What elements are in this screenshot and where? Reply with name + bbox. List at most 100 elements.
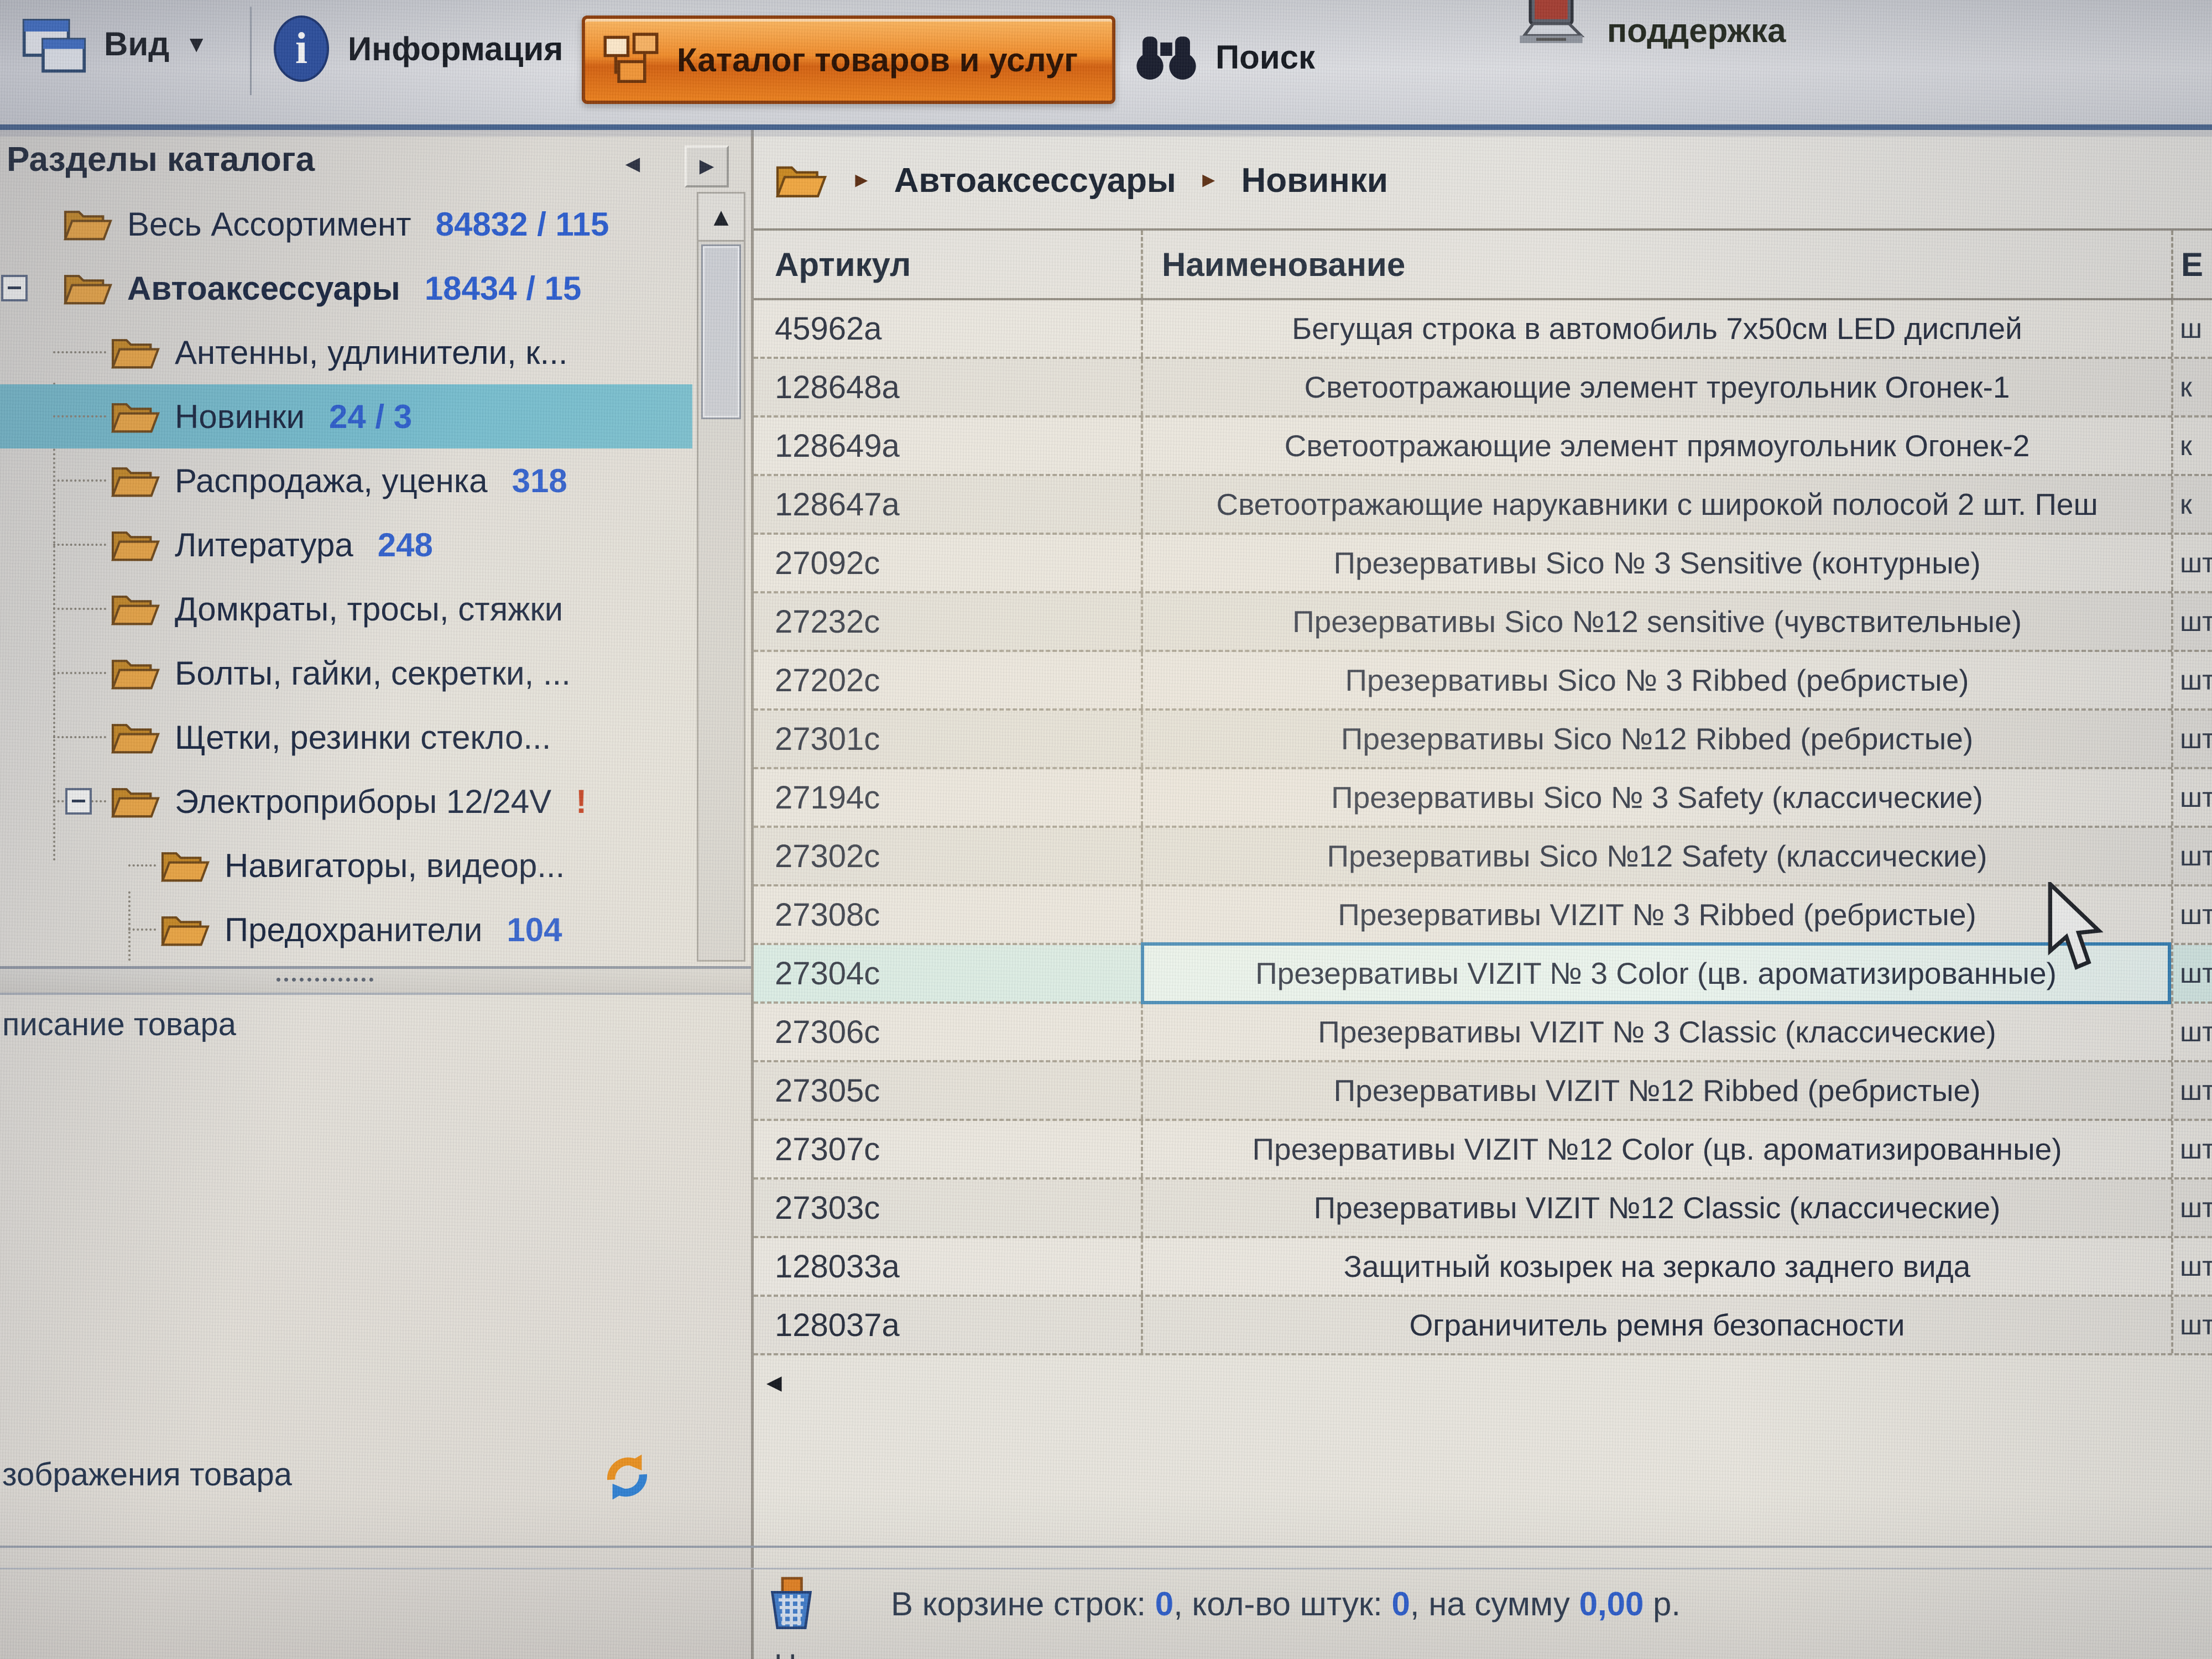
- folder-icon: [109, 330, 161, 375]
- breadcrumb-arrow-icon: ►: [1198, 169, 1219, 192]
- table-row[interactable]: 27202cПрезервативы Sico № 3 Ribbed (ребр…: [754, 652, 2212, 711]
- table-row[interactable]: 27232cПрезервативы Sico №12 sensitive (ч…: [754, 593, 2212, 652]
- table-row[interactable]: 128648aСветоотражающие элемент треугольн…: [754, 359, 2212, 418]
- name-cell: Презервативы VIZIT №12 Classic (классиче…: [1141, 1180, 2171, 1236]
- scroll-left-icon[interactable]: ◄: [761, 1368, 787, 1397]
- scrollbar-thumb[interactable]: [701, 244, 741, 419]
- catalog-tree: Весь Ассортимент84832 / 115Автоаксессуар…: [0, 192, 692, 962]
- table-row[interactable]: 27092cПрезервативы Sico № 3 Sensitive (к…: [754, 535, 2212, 593]
- name-cell: Презервативы Sico № 3 Safety (классическ…: [1141, 769, 2171, 826]
- sidebar-catalog-sections: Разделы каталога ◄ ► Весь Ассортимент848…: [0, 130, 754, 1659]
- scroll-up-icon[interactable]: ▲: [698, 194, 744, 242]
- tree-item-label: Болты, гайки, секретки, ...: [175, 654, 571, 692]
- table-row[interactable]: 27308cПрезервативы VIZIT № 3 Ribbed (реб…: [754, 886, 2212, 945]
- table-row[interactable]: 27307cПрезервативы VIZIT №12 Color (цв. …: [754, 1121, 2212, 1180]
- folder-icon: [109, 394, 161, 439]
- table-row[interactable]: 27302cПрезервативы Sico №12 Safety (клас…: [754, 828, 2212, 886]
- column-header-name[interactable]: Наименование: [1141, 231, 2171, 298]
- catalog-label: Каталог товаров и услуг: [677, 41, 1078, 79]
- unit-cell: к: [2171, 359, 2212, 415]
- splitter-handle[interactable]: [276, 978, 373, 982]
- column-header-unit[interactable]: Е: [2171, 231, 2212, 298]
- table-row[interactable]: 45962aБегущая строка в автомобиль 7х50см…: [754, 300, 2212, 359]
- sidebar-tree-item[interactable]: Домкраты, тросы, стяжки: [0, 577, 692, 641]
- folder-icon: [159, 843, 211, 888]
- refresh-icon[interactable]: [601, 1451, 654, 1504]
- sidebar-tree-item[interactable]: Навигаторы, видеор...: [0, 833, 692, 898]
- support-laptop-icon: [1515, 0, 1587, 50]
- sidebar-tree-item[interactable]: Распродажа, уценка318: [0, 448, 692, 513]
- tree-expander-icon[interactable]: [1, 275, 28, 301]
- info-button[interactable]: i Информация: [274, 15, 563, 82]
- basket-column-name: Наименование: [774, 1647, 989, 1659]
- table-row[interactable]: 27304cПрезервативы VIZIT № 3 Color (цв. …: [754, 945, 2212, 1004]
- folder-icon: [62, 201, 114, 247]
- name-cell: Ограничитель ремня безопасности: [1141, 1297, 2171, 1353]
- unit-cell: шт: [2171, 1004, 2212, 1060]
- tree-item-label: Навигаторы, видеор...: [225, 847, 565, 885]
- images-section-title: зображения товара: [2, 1456, 292, 1493]
- panel-splitter[interactable]: [0, 966, 751, 995]
- sidebar-tree-item[interactable]: Антенны, удлинители, к...: [0, 320, 692, 384]
- folder-icon: [109, 779, 161, 824]
- info-label: Информация: [348, 30, 563, 68]
- article-cell: 27305c: [754, 1062, 1141, 1119]
- unit-cell: шт: [2171, 593, 2212, 650]
- basket-qty: 0: [1392, 1585, 1410, 1623]
- support-button[interactable]: поддержка: [1515, 0, 1786, 50]
- tree-item-count: 248: [378, 526, 433, 564]
- search-button[interactable]: Поиск: [1134, 30, 1315, 84]
- table-row[interactable]: 128649aСветоотражающие элемент прямоугол…: [754, 418, 2212, 476]
- name-cell: Светоотражающие элемент прямоугольник Ог…: [1141, 418, 2171, 474]
- table-row[interactable]: 27305cПрезервативы VIZIT №12 Ribbed (реб…: [754, 1062, 2212, 1121]
- mouse-cursor: [2046, 882, 2107, 973]
- sidebar-tree-item[interactable]: Автоаксессуары18434 / 15: [0, 256, 692, 320]
- collapse-left-icon[interactable]: ◄: [613, 145, 653, 183]
- table-row[interactable]: 128033aЗащитный козырек на зеркало задне…: [754, 1238, 2212, 1297]
- basket-label-sum: , на сумму: [1410, 1585, 1579, 1623]
- table-row[interactable]: 27301cПрезервативы Sico №12 Ribbed (ребр…: [754, 711, 2212, 769]
- sidebar-tree-item[interactable]: Весь Ассортимент84832 / 115: [0, 192, 692, 256]
- basket-sum: 0,00: [1579, 1585, 1644, 1623]
- tree-item-label: Домкраты, тросы, стяжки: [175, 590, 563, 628]
- unit-cell: шт: [2171, 886, 2212, 943]
- article-cell: 45962a: [754, 300, 1141, 357]
- unit-cell: шт: [2171, 1238, 2212, 1295]
- sidebar-tree-item[interactable]: Электроприборы 12/24V!: [0, 769, 692, 833]
- expand-right-icon[interactable]: ►: [685, 145, 729, 187]
- basket-label-qty: , кол-во штук:: [1173, 1585, 1391, 1623]
- breadcrumb-item-current[interactable]: Новинки: [1241, 161, 1388, 200]
- binoculars-icon: [1134, 30, 1199, 84]
- column-header-article[interactable]: Артикул: [754, 246, 1141, 284]
- tree-item-count: 84832 / 115: [436, 205, 609, 243]
- tree-item-label: Предохранители: [225, 911, 482, 949]
- window-layout-icon: [21, 10, 87, 78]
- table-row[interactable]: 128037aОграничитель ремня безопасностишт: [754, 1297, 2212, 1355]
- sidebar-tree-item[interactable]: Новинки24 / 3: [0, 384, 692, 448]
- table-row[interactable]: 27306cПрезервативы VIZIT № 3 Classic (кл…: [754, 1004, 2212, 1062]
- table-row[interactable]: 128647aСветоотражающие нарукавники с шир…: [754, 476, 2212, 535]
- unit-cell: шт: [2171, 1121, 2212, 1177]
- article-cell: 128649a: [754, 418, 1141, 474]
- table-row[interactable]: 27303cПрезервативы VIZIT №12 Classic (кл…: [754, 1180, 2212, 1238]
- view-button[interactable]: Вид ▼: [21, 10, 208, 78]
- view-label: Вид: [104, 25, 169, 63]
- unit-cell: шт: [2171, 1297, 2212, 1353]
- catalog-boxes-icon: [601, 31, 661, 89]
- basket-icon: [766, 1575, 817, 1632]
- tree-item-label: Литература: [175, 526, 353, 564]
- breadcrumb: ► Автоаксессуары ► Новинки: [754, 139, 1388, 222]
- sidebar-tree-item[interactable]: Щетки, резинки стекло...: [0, 705, 692, 769]
- catalog-button[interactable]: Каталог товаров и услуг: [582, 15, 1115, 104]
- tree-expander-icon[interactable]: [65, 788, 92, 815]
- tree-item-count: 18434 / 15: [425, 269, 582, 307]
- basket-column-unit: Единица: [1836, 1655, 1961, 1659]
- table-row[interactable]: 27194cПрезервативы Sico № 3 Safety (клас…: [754, 769, 2212, 828]
- sidebar-tree-item[interactable]: Предохранители104: [0, 898, 692, 962]
- breadcrumb-item-parent[interactable]: Автоаксессуары: [894, 161, 1176, 200]
- tree-scrollbar[interactable]: ▲: [697, 192, 745, 962]
- sidebar-tree-item[interactable]: Болты, гайки, секретки, ...: [0, 641, 692, 705]
- name-cell: Презервативы Sico № 3 Sensitive (контурн…: [1141, 535, 2171, 591]
- sidebar-tree-item[interactable]: Литература 248: [0, 513, 692, 577]
- folder-icon: [62, 265, 114, 311]
